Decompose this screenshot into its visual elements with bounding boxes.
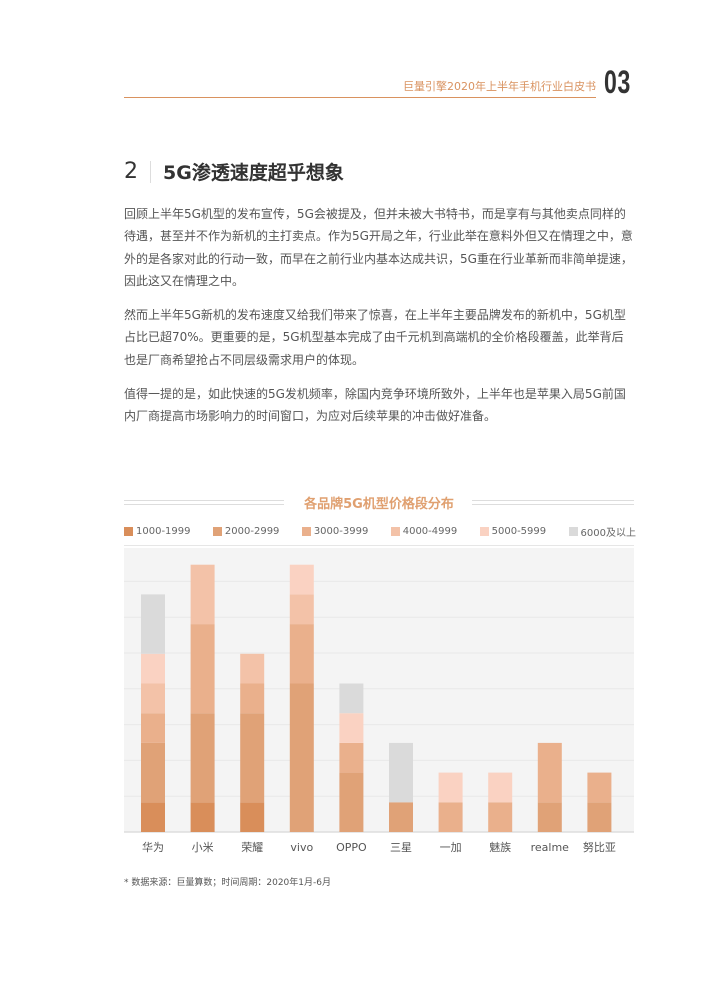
bar-segment: [190, 624, 215, 714]
bar-segment: [537, 802, 562, 832]
legend-item: 6000及以上: [568, 524, 636, 539]
section-divider: [150, 160, 151, 183]
bar-segment: [339, 713, 364, 743]
paragraph-line: 外的是各家对此的行动一致，而早在之前行业内基本达成共识，5G重在行业革新而非简单…: [124, 251, 633, 266]
header-divider: [124, 97, 596, 98]
paragraph-line: 待遇，甚至并不作为新机的主打卖点。作为5G开局之年，行业此举在意料外但又在情理之…: [124, 229, 633, 244]
bar-segment: [488, 802, 513, 832]
bar-segment: [190, 802, 215, 832]
bar-segment: [240, 802, 265, 832]
stacked-bar-chart: 华为 小米 荣耀 vivo OPPO 三星 一加 魅族 realme 努比亚: [124, 548, 634, 854]
bar-segment: [190, 713, 215, 803]
bar-segment: [141, 802, 165, 832]
legend-divider: [124, 545, 634, 546]
bar-segment: [289, 564, 314, 595]
legend-label: 2000-2999: [224, 526, 280, 537]
bar-segment: [141, 683, 165, 714]
chart-legend: 1000-1999 2000-2999 3000-3999 4000-4999 5000…: [124, 524, 636, 539]
bar-segment: [141, 594, 165, 654]
bar-segment: [339, 772, 364, 832]
section-number: 2: [124, 159, 138, 184]
bar-segment: [240, 713, 265, 803]
chart-title: 各品牌5G机型价格段分布: [304, 497, 454, 512]
x-tick-label: 荣耀: [241, 841, 263, 854]
paragraph: 回顾上半年5G机型的发布宣传，5G会被提及，但并未被大书特书，而是享有与其他卖点…: [124, 203, 639, 292]
bar-segment: [389, 802, 413, 832]
legend-label: 4000-4999: [402, 526, 458, 537]
body-text: 回顾上半年5G机型的发布宣传，5G会被提及，但并未被大书特书，而是享有与其他卖点…: [124, 203, 639, 440]
legend-label: 5000-5999: [491, 526, 547, 537]
bar-segment: [190, 564, 215, 625]
legend-swatch: [390, 527, 400, 536]
page-number: 03: [604, 64, 632, 100]
legend-label: 1000-1999: [136, 526, 191, 537]
bar-segment: [289, 624, 314, 684]
bar-segment: [587, 802, 612, 832]
x-tick-label: 华为: [142, 840, 164, 854]
bar-segment: [438, 802, 463, 832]
x-tick-label: 一加: [440, 841, 462, 854]
section-title: 5G渗透速度超乎想象: [163, 162, 344, 184]
x-tick-label: OPPO: [336, 841, 367, 854]
bar-segment: [537, 742, 562, 803]
legend-swatch: [568, 527, 578, 536]
legend-swatch: [479, 527, 489, 536]
paragraph-line: 因此这又在情理之中。: [124, 273, 245, 288]
bar-segment: [289, 683, 314, 832]
legend-label: 3000-3999: [313, 526, 369, 537]
legend-item: 1000-1999: [124, 524, 191, 539]
section-heading: 2 5G渗透速度超乎想象: [124, 158, 344, 185]
x-tick-label: 努比亚: [583, 840, 616, 854]
paragraph: 然而上半年5G新机的发布速度又给我们带来了惊喜，在上半年主要品牌发布的新机中，5…: [124, 304, 639, 371]
paragraph-line: 也是厂商希望抢占不同层级需求用户的体现。: [124, 352, 365, 367]
legend-swatch: [124, 527, 133, 536]
paragraph-line: 占比已超70%。更重要的是，5G机型基本完成了由千元机到高端机的全价格段覆盖，此…: [124, 330, 624, 345]
paragraph-line: 回顾上半年5G机型的发布宣传，5G会被提及，但并未被大书特书，而是享有与其他卖点…: [124, 207, 626, 221]
legend-item: 5000-5999: [479, 524, 547, 539]
legend-item: 4000-4999: [390, 524, 458, 539]
bar-segment: [587, 772, 612, 803]
bar-segment: [141, 653, 165, 684]
x-tick-label: 小米: [192, 841, 214, 854]
document-title: 巨量引擎2020年上半年手机行业白皮书: [403, 80, 596, 93]
x-tick-label: 三星: [390, 841, 412, 854]
paragraph-line: 值得一提的是，如此快速的5G发机频率，除国内竞争环境所致外，上半年也是苹果入局5…: [124, 387, 626, 402]
bar-segment: [488, 772, 513, 803]
x-tick-label: realme: [531, 841, 570, 854]
chart-title-bar: 各品牌5G机型价格段分布: [124, 492, 634, 512]
bar-segment: [389, 742, 413, 803]
paragraph-line: 然而上半年5G新机的发布速度又给我们带来了惊喜，在上半年主要品牌发布的新机中，5…: [124, 308, 626, 323]
paragraph: 值得一提的是，如此快速的5G发机频率，除国内竞争环境所致外，上半年也是苹果入局5…: [124, 383, 639, 428]
bar-segment: [339, 742, 364, 773]
legend-label: 6000及以上: [580, 528, 636, 539]
x-tick-label: vivo: [290, 841, 313, 854]
legend-item: 3000-3999: [301, 524, 369, 539]
legend-item: 2000-2999: [212, 524, 280, 539]
bar-segment: [438, 772, 463, 803]
bar-segment: [141, 742, 165, 803]
bar-segment: [289, 594, 314, 625]
paragraph-line: 内厂商提高市场影响力的时间窗口，为应对后续苹果的冲击做好准备。: [124, 409, 497, 424]
legend-swatch: [212, 527, 222, 536]
bar-segment: [240, 653, 265, 684]
legend-swatch: [301, 527, 311, 536]
bar-segment: [339, 683, 364, 714]
bar-segment: [240, 683, 265, 714]
x-tick-label: 魅族: [489, 840, 511, 854]
footnote: * 数据来源：巨量算数；时间周期：2020年1月-6月: [124, 878, 331, 888]
bar-segment: [141, 713, 165, 743]
